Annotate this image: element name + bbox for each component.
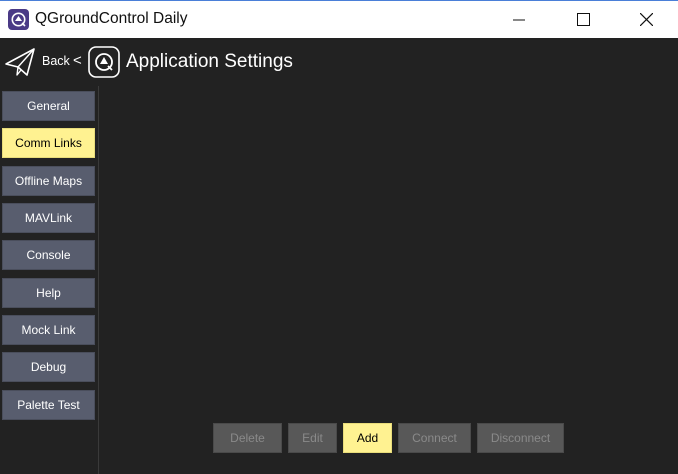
sidebar-item-help[interactable]: Help bbox=[2, 278, 95, 308]
window-title: QGroundControl Daily bbox=[35, 10, 188, 27]
sidebar-item-mock-link[interactable]: Mock Link bbox=[2, 315, 95, 345]
qgroundcontrol-app-icon bbox=[8, 9, 29, 30]
back-separator: < bbox=[73, 52, 82, 69]
close-button[interactable] bbox=[623, 1, 669, 38]
back-button[interactable] bbox=[4, 47, 36, 82]
qgc-settings-icon bbox=[88, 46, 120, 83]
sidebar-item-general[interactable]: General bbox=[2, 91, 95, 121]
delete-button[interactable]: Delete bbox=[213, 423, 282, 453]
sidebar-item-mavlink[interactable]: MAVLink bbox=[2, 203, 95, 233]
connect-button[interactable]: Connect bbox=[398, 423, 471, 453]
page-title: Application Settings bbox=[126, 51, 293, 72]
maximize-icon bbox=[576, 13, 590, 26]
sidebar-item-offline-maps[interactable]: Offline Maps bbox=[2, 166, 95, 196]
back-label[interactable]: Back bbox=[42, 54, 70, 68]
settings-sidebar: General Comm Links Offline Maps MAVLink … bbox=[0, 86, 99, 474]
disconnect-button[interactable]: Disconnect bbox=[477, 423, 564, 453]
sidebar-item-console[interactable]: Console bbox=[2, 240, 95, 270]
close-icon bbox=[639, 13, 653, 26]
minimize-icon bbox=[513, 19, 525, 20]
window-titlebar: QGroundControl Daily bbox=[0, 0, 678, 38]
minimize-button[interactable] bbox=[496, 1, 542, 38]
maximize-button[interactable] bbox=[560, 1, 606, 38]
sidebar-item-comm-links[interactable]: Comm Links bbox=[2, 128, 95, 158]
add-button[interactable]: Add bbox=[343, 423, 392, 453]
sidebar-item-debug[interactable]: Debug bbox=[2, 352, 95, 382]
sidebar-item-palette-test[interactable]: Palette Test bbox=[2, 390, 95, 420]
settings-toolbar: Back < Application Settings bbox=[0, 39, 678, 86]
paper-plane-icon bbox=[5, 48, 35, 76]
comm-links-list bbox=[100, 86, 678, 416]
edit-button[interactable]: Edit bbox=[288, 423, 337, 453]
